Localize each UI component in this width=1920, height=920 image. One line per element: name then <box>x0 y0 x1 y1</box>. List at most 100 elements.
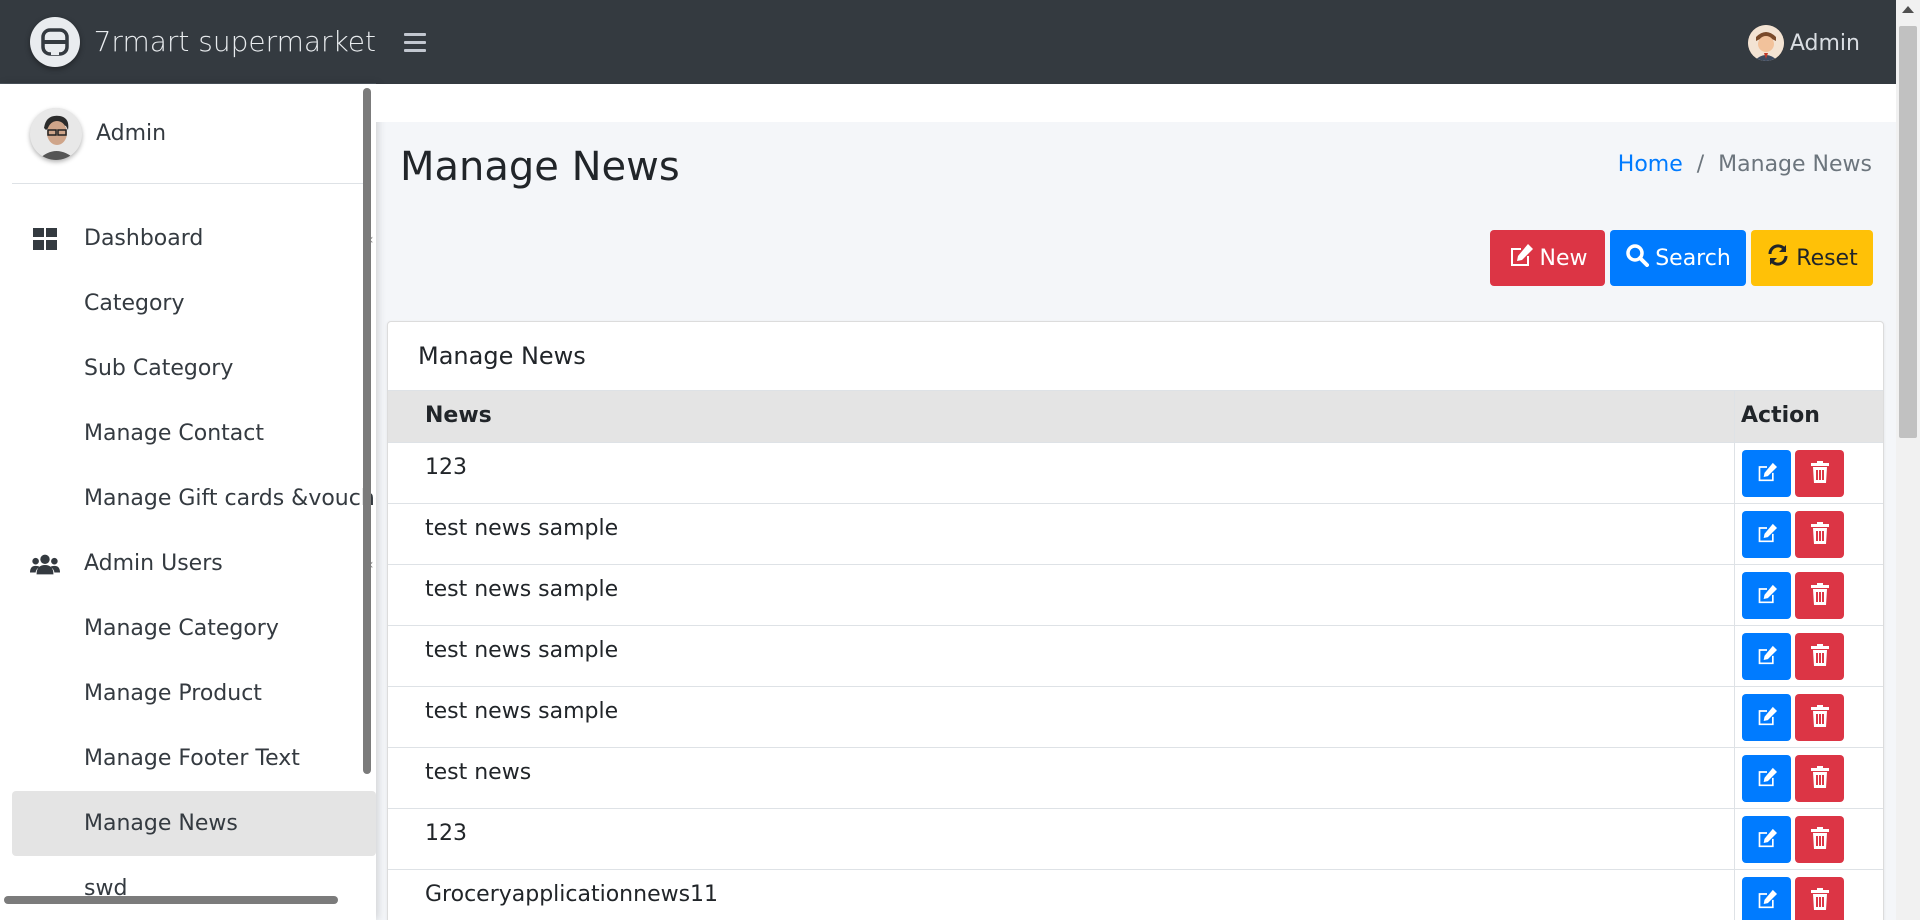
edit-button[interactable] <box>1742 450 1791 497</box>
table-row: test news sample <box>388 565 1883 626</box>
news-title: Groceryapplicationnews11 <box>425 882 719 907</box>
news-title: test news sample <box>425 638 619 663</box>
edit-icon <box>1756 523 1778 547</box>
news-title: 123 <box>425 821 467 846</box>
edit-icon <box>1756 462 1778 486</box>
trash-icon <box>1810 582 1829 609</box>
sidebar-item-sub-category[interactable]: Sub Category <box>12 336 376 401</box>
news-title: test news sample <box>425 516 619 541</box>
edit-button[interactable] <box>1742 572 1791 619</box>
delete-button[interactable] <box>1795 450 1844 497</box>
table-row: test news <box>388 748 1883 809</box>
news-card: Manage News News Action 123 test news sam… <box>387 321 1884 920</box>
edit-icon <box>1756 645 1778 669</box>
sidebar-item-label: Admin Users <box>84 551 223 576</box>
sidebar-item-label: Category <box>84 291 185 316</box>
new-button[interactable]: New <box>1490 230 1605 286</box>
sidebar-item-manage-news[interactable]: Manage News <box>12 791 376 856</box>
sidebar: Admin Dashboard ‹ Category Sub Category … <box>0 84 376 920</box>
edit-button[interactable] <box>1742 633 1791 680</box>
avatar <box>30 107 82 160</box>
edit-icon <box>1756 584 1778 608</box>
sidebar-item-label: Manage Category <box>84 616 279 641</box>
sidebar-user-name: Admin <box>96 121 167 146</box>
trash-icon <box>1810 704 1829 731</box>
brand-link[interactable]: 7rmart supermarket <box>0 0 376 84</box>
sidebar-item-label: Manage Footer Text <box>84 746 300 771</box>
scroll-up-arrow-icon[interactable] <box>1902 6 1914 13</box>
trash-icon <box>1810 643 1829 670</box>
top-navbar: 7rmart supermarket Admin <box>0 0 1896 84</box>
trash-icon <box>1810 521 1829 548</box>
sidebar-item-manage-contact[interactable]: Manage Contact <box>12 401 376 466</box>
delete-button[interactable] <box>1795 511 1844 558</box>
table-header: News Action <box>388 390 1883 444</box>
sidebar-vertical-scrollbar[interactable] <box>363 88 371 774</box>
reset-button[interactable]: Reset <box>1751 230 1873 286</box>
breadcrumb: Home / Manage News <box>1618 152 1872 177</box>
edit-icon <box>1756 828 1778 852</box>
edit-icon <box>1756 706 1778 730</box>
reset-button-label: Reset <box>1796 245 1858 271</box>
table-row: test news sample <box>388 687 1883 748</box>
sidebar-item-manage-product[interactable]: Manage Product <box>12 661 376 726</box>
brand-logo-icon <box>30 16 80 67</box>
delete-button[interactable] <box>1795 694 1844 741</box>
card-title: Manage News <box>418 342 586 370</box>
sidebar-item-label: Manage Contact <box>84 421 264 446</box>
news-title: 123 <box>425 455 467 480</box>
edit-button[interactable] <box>1742 816 1791 863</box>
trash-icon <box>1810 765 1829 792</box>
table-row: 123 <box>388 809 1883 870</box>
user-menu-label: Admin <box>1789 30 1860 56</box>
user-menu-toggle[interactable]: Admin <box>1747 22 1860 64</box>
sidebar-item-manage-category[interactable]: Manage Category <box>12 596 376 661</box>
page-title: Manage News <box>400 144 680 190</box>
trash-icon <box>1810 887 1829 914</box>
edit-button[interactable] <box>1742 694 1791 741</box>
table-row: test news sample <box>388 504 1883 565</box>
delete-button[interactable] <box>1795 755 1844 802</box>
sidebar-item-category[interactable]: Category <box>12 271 376 336</box>
sidebar-item-label: Sub Category <box>84 356 234 381</box>
sidebar-item-label: Manage Gift cards &voucher <box>84 486 376 511</box>
news-title: test news sample <box>425 699 619 724</box>
sidebar-item-label: Manage News <box>84 811 238 836</box>
content-wrapper: Manage News Home / Manage News New Searc… <box>376 84 1896 920</box>
refresh-icon <box>1766 243 1790 273</box>
trash-icon <box>1810 826 1829 853</box>
breadcrumb-separator: / <box>1696 152 1705 177</box>
trash-icon <box>1810 460 1829 487</box>
search-button[interactable]: Search <box>1610 230 1746 286</box>
edit-button[interactable] <box>1742 755 1791 802</box>
page-scrollbar-thumb[interactable] <box>1899 26 1917 438</box>
edit-button[interactable] <box>1742 877 1791 920</box>
delete-button[interactable] <box>1795 816 1844 863</box>
delete-button[interactable] <box>1795 877 1844 920</box>
table-row: Groceryapplicationnews11 <box>388 870 1883 920</box>
edit-button[interactable] <box>1742 511 1791 558</box>
sidebar-item-dashboard[interactable]: Dashboard ‹ <box>12 206 376 271</box>
sidebar-item-swd[interactable]: swd <box>12 856 376 920</box>
user-avatar-icon <box>1747 25 1784 61</box>
delete-button[interactable] <box>1795 633 1844 680</box>
news-title: test news <box>425 760 532 785</box>
breadcrumb-home-link[interactable]: Home <box>1618 152 1683 177</box>
sidebar-user-panel[interactable]: Admin <box>12 84 364 184</box>
sidebar-nav: Dashboard ‹ Category Sub Category Manage… <box>12 206 376 920</box>
table-row: test news sample <box>388 626 1883 687</box>
sidebar-item-manage-footer-text[interactable]: Manage Footer Text <box>12 726 376 791</box>
sidebar-item-manage-gift-cards[interactable]: Manage Gift cards &voucher <box>12 466 376 531</box>
sidebar-horizontal-scrollbar[interactable] <box>4 896 338 904</box>
menu-toggle-button[interactable] <box>404 22 438 62</box>
breadcrumb-current: Manage News <box>1718 152 1872 177</box>
brand-name: 7rmart supermarket <box>93 25 376 58</box>
delete-button[interactable] <box>1795 572 1844 619</box>
sidebar-item-admin-users[interactable]: Admin Users ‹ <box>12 531 376 596</box>
new-button-label: New <box>1539 245 1588 271</box>
hamburger-icon <box>404 32 426 36</box>
search-button-label: Search <box>1655 245 1731 271</box>
column-header-news: News <box>425 403 492 428</box>
column-header-action: Action <box>1741 403 1820 428</box>
sidebar-item-label: Manage Product <box>84 681 262 706</box>
